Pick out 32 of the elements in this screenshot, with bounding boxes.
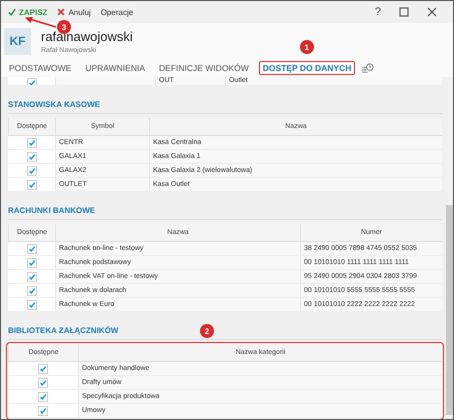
checkbox[interactable] xyxy=(26,244,36,254)
help-button[interactable]: ? xyxy=(374,6,381,18)
tab[interactable]: DEFINICJE WIDOKÓW xyxy=(155,61,253,75)
checkbox[interactable] xyxy=(38,378,48,388)
checkbox[interactable] xyxy=(26,152,36,162)
checkbox[interactable] xyxy=(26,166,36,176)
checkbox[interactable] xyxy=(38,406,48,416)
tab[interactable]: PODSTAWOWE xyxy=(5,61,76,75)
checkbox[interactable] xyxy=(26,286,36,296)
checkbox[interactable] xyxy=(26,300,36,310)
initials-avatar: KF xyxy=(4,28,31,54)
scrollbar[interactable] xyxy=(446,205,453,415)
checkbox[interactable] xyxy=(26,138,36,148)
checkbox[interactable] xyxy=(26,272,36,282)
tab[interactable]: UPRAWNIENIA xyxy=(81,61,150,75)
checkbox[interactable] xyxy=(38,392,48,402)
close-icon[interactable] xyxy=(427,7,437,17)
arrow-drawing xyxy=(25,17,57,28)
section-title: STANOWISKA KASOWE xyxy=(8,100,442,114)
annotation-badge: 2 xyxy=(200,324,214,338)
checkbox[interactable] xyxy=(26,258,36,268)
checkbox[interactable] xyxy=(26,78,36,85)
history-icon[interactable] xyxy=(361,62,374,74)
toolbar-button[interactable]: Anuluj xyxy=(56,6,92,18)
section-title: RACHUNKI BANKOWE xyxy=(8,206,442,220)
annotation-badge: 3 xyxy=(57,20,71,34)
toolbar-button[interactable]: Operacje xyxy=(100,6,134,18)
checkbox[interactable] xyxy=(38,364,48,374)
checkbox[interactable] xyxy=(26,180,36,190)
close-icon xyxy=(57,8,66,16)
checkmark-icon xyxy=(8,8,16,16)
maximize-icon[interactable] xyxy=(399,7,409,17)
